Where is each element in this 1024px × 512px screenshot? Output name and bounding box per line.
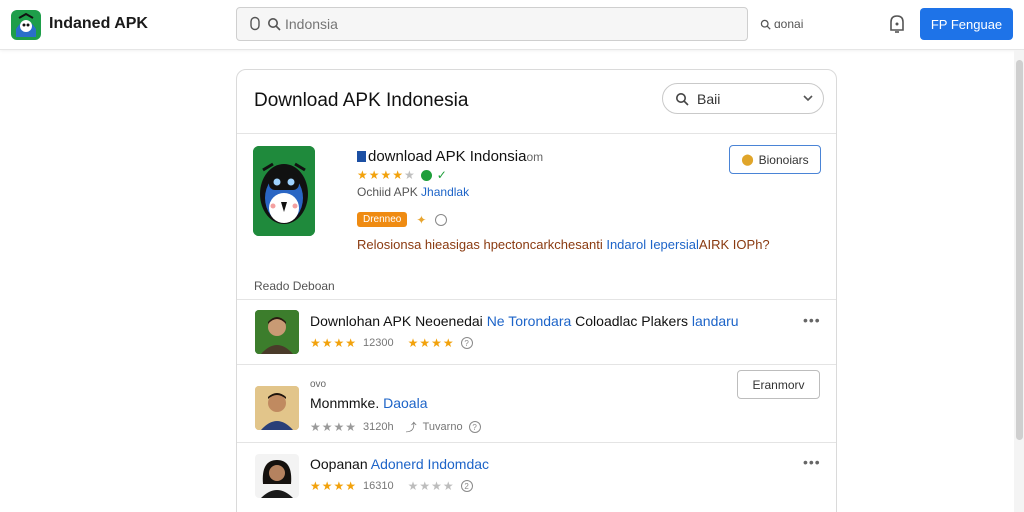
star-rating-icon: ★★★★ [310,479,358,493]
flag-icon [357,151,366,162]
search-bar[interactable] [236,7,748,41]
list-item-title[interactable]: Downlohan APK Neoenedai Ne Torondara Col… [310,313,739,329]
star-rating-icon: ★★★★ [407,479,455,493]
featured-subtitle-link[interactable]: Jhandlak [421,185,469,199]
list-item-meta: ★★★★ 3120h ⤴ Tuvarno ? [310,419,481,435]
star-rating-icon: ★★★★ [310,336,358,350]
help-icon[interactable]: ? [460,337,473,349]
avatar [255,386,299,430]
star-rating-icon: ★★★★ [310,420,358,434]
filter-dropdown[interactable]: Baii [662,83,824,114]
list-item-title-link[interactable]: Adonerd Indomdac [371,456,489,472]
list-item-action-button[interactable]: Eranmorv [737,370,820,399]
divider [237,133,836,134]
help-icon[interactable]: ? [468,421,481,433]
list-item-title-rest: Coloadlac Plakers [575,313,688,329]
info-icon[interactable] [435,213,448,226]
check-icon: ✓ [436,168,447,182]
mic-icon[interactable] [247,16,263,32]
download-count: 12300 [363,337,394,349]
star-rating-icon: ★★★★★ [357,168,416,182]
divider [237,442,836,443]
star-rating-icon: ★★★★ [407,336,455,350]
sparkle-icon: ✦ [416,212,427,227]
list-item-title-text: Oopanan [310,456,368,472]
featured-app-icon[interactable] [253,146,315,236]
featured-subtitle: Ochiid APK Jhandlak [357,185,469,199]
list-item-meta: ★★★★ 12300 ★★★★ ? [310,336,473,350]
search-input[interactable] [285,16,725,32]
chevron-down-icon [803,95,813,102]
download-count: 16310 [363,480,394,492]
results-card: Download APK Indonesia Baii download APK… [236,69,837,512]
featured-badges: Drenneo ✦ [357,212,448,227]
list-item-title[interactable]: Oopanan Adonerd Indomdac [310,456,489,472]
list-item-title-text: Downlohan APK Neoenedai [310,313,483,329]
search-icon [268,18,281,31]
pin-icon: ⬤ [741,154,754,166]
list-item[interactable]: Downlohan APK Neoenedai Ne Torondara Col… [237,300,836,364]
featured-app-title[interactable]: download APK Indonsiaom [357,148,543,165]
search-icon [676,92,689,106]
status-badge: Drenneo [357,212,408,227]
page-title: Download APK Indonesia [254,90,469,111]
list-item-tag: Tuvarno [422,421,463,433]
more-menu-icon[interactable]: ••• [803,454,821,470]
section-label: Reado Deboan [254,279,335,293]
list-item[interactable]: Oopanan Adonerd Indomdac ★★★★ 16310 ★★★★… [237,450,836,512]
featured-rating: ★★★★★ ✓ [357,168,447,182]
brand-name[interactable]: Indaned APK [49,15,148,33]
featured-description: Relosionsa hieasigas hpectoncarkchesanti… [357,237,777,252]
featured-action-label: Bionoiars [758,152,809,167]
list-item-meta: ★★★★ 16310 ★★★★ 2 [310,479,473,493]
avatar [255,454,299,498]
featured-description-suffix: AIRK IOPh? [698,237,770,252]
search-icon [760,19,771,30]
featured-description-link[interactable]: Indarol Iepersial [606,237,699,252]
list-item-caption: ovo [310,379,327,390]
list-item-title-link[interactable]: Daoala [383,395,427,411]
list-item-title-text: Monmmke. [310,395,380,411]
help-icon[interactable]: 2 [460,480,473,492]
more-menu-icon[interactable]: ••• [803,312,821,328]
app-logo-icon[interactable] [10,9,42,41]
list-item[interactable]: ovo Monmmke. Daoala ★★★★ 3120h ⤴ Tuvarno… [237,370,836,434]
featured-title-suffix: om [526,150,544,164]
featured-subtitle-prefix: Ochiid APK [357,185,418,199]
top-search-link[interactable]: ɑonai [760,17,803,31]
featured-title-text: download APK Indonsia [368,148,527,165]
download-count: 3120h [363,421,394,433]
list-item-title[interactable]: Monmmke. Daoala [310,395,428,411]
share-icon: ⤴ [405,422,417,434]
scrollbar-thumb[interactable] [1016,60,1023,440]
list-item-title-link[interactable]: Ne Torondara [487,313,572,329]
primary-cta-button[interactable]: FP Fenguae [920,8,1013,40]
bell-icon[interactable] [886,13,908,35]
divider [237,364,836,365]
featured-description-text: Relosionsa hieasigas hpectoncarkchesanti [357,237,603,252]
list-item-title-link-2[interactable]: landaru [692,313,739,329]
top-search-link-label: ɑonai [774,17,804,31]
avatar [255,310,299,354]
verified-icon [420,169,432,181]
top-header: Indaned APK ɑonai FP Fenguae [0,0,1024,50]
filter-label: Baii [697,90,721,107]
featured-action-button[interactable]: ⬤ Bionoiars [729,145,821,174]
